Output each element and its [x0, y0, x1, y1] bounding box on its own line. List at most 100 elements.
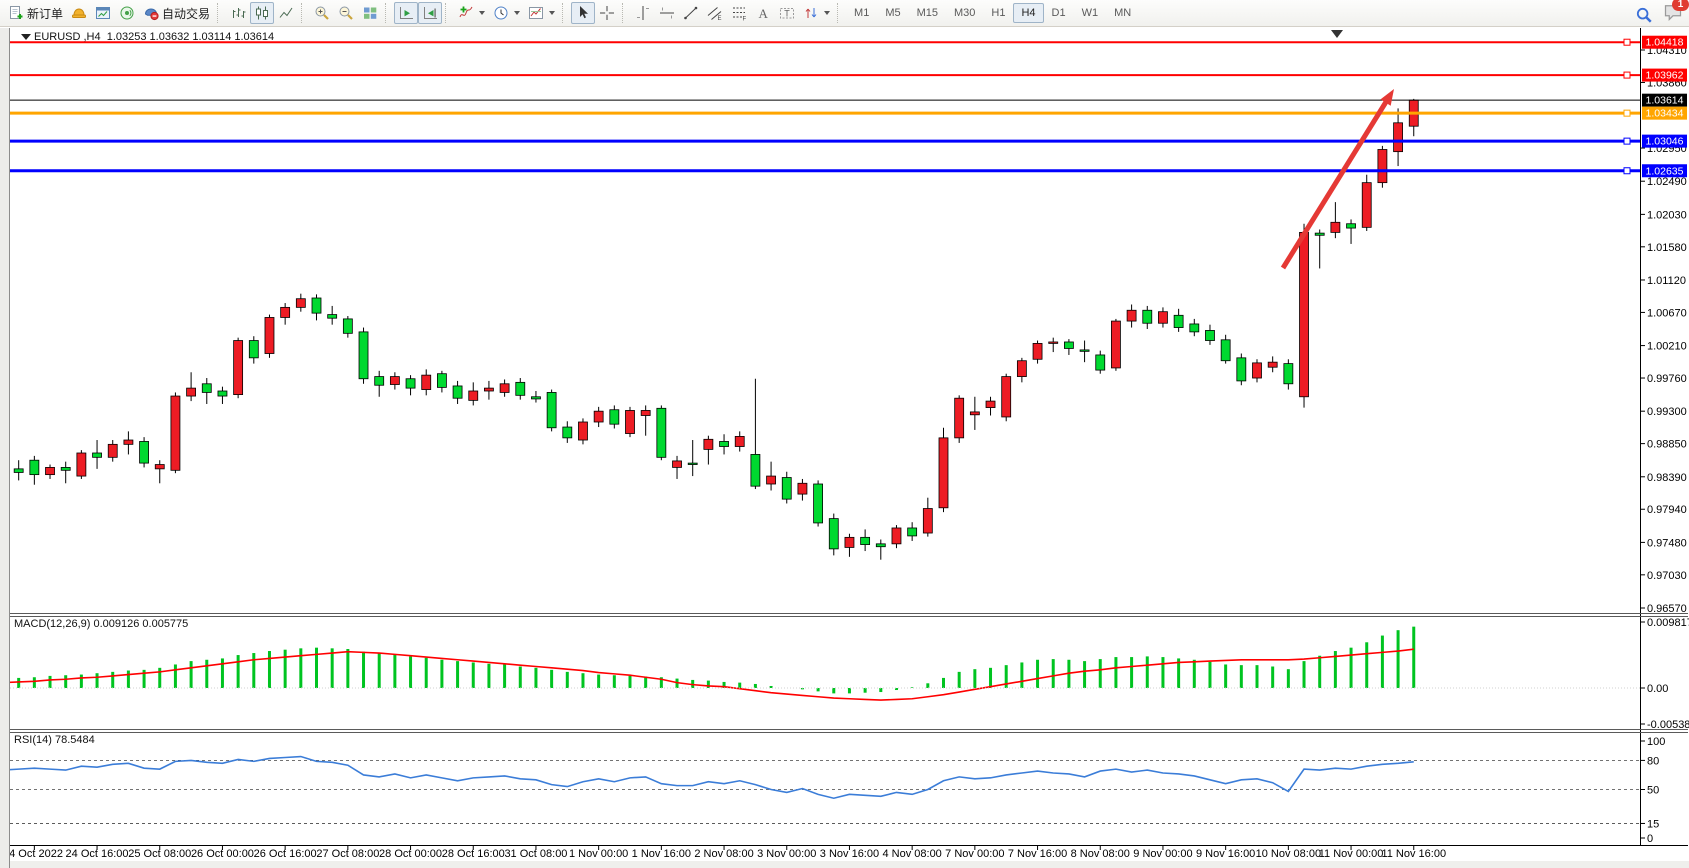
crosshair-button[interactable]	[595, 2, 619, 24]
candle-body	[876, 544, 885, 547]
candle-body	[1096, 355, 1105, 370]
timeframe-button-H1[interactable]: H1	[983, 3, 1013, 23]
rsi-label: RSI(14) 78.5484	[14, 734, 95, 746]
new-order-button[interactable]: 新订单	[4, 2, 67, 24]
candle-body	[814, 484, 823, 523]
toolbar-separator	[301, 3, 307, 23]
candle-body	[1205, 330, 1214, 340]
candle-body	[939, 438, 948, 508]
cursor-icon	[575, 5, 591, 21]
time-label: 4 Nov 08:00	[882, 848, 941, 860]
timeframe-button-H4[interactable]: H4	[1013, 3, 1043, 23]
price-tick-label: 0.98390	[1647, 472, 1687, 484]
candle-body	[955, 398, 964, 438]
line-handle[interactable]	[1624, 168, 1630, 174]
time-label: 27 Oct 08:00	[316, 848, 379, 860]
timeframe-button-D1[interactable]: D1	[1044, 3, 1074, 23]
cursor-button[interactable]	[571, 2, 595, 24]
zoom-in-button[interactable]	[310, 2, 334, 24]
line-chart-button[interactable]	[274, 2, 298, 24]
candle-body	[46, 467, 55, 474]
price-tick-label: 1.00670	[1647, 307, 1687, 319]
trendline-button[interactable]	[679, 2, 703, 24]
autotrading-button[interactable]: 自动交易	[139, 2, 214, 24]
horizontal-line-icon	[659, 5, 675, 21]
time-label: 31 Oct 08:00	[504, 848, 567, 860]
indicators-icon	[458, 5, 474, 21]
label-button[interactable]: T	[775, 2, 799, 24]
charts-button[interactable]	[91, 2, 115, 24]
indicators-button[interactable]	[454, 2, 489, 24]
zoom-out-button[interactable]	[334, 2, 358, 24]
bar-chart-icon	[230, 5, 246, 21]
timeframe-button-MN[interactable]: MN	[1106, 3, 1139, 23]
macd-axis-label: 0.00	[1647, 683, 1668, 695]
periods-button[interactable]	[489, 2, 524, 24]
text-button[interactable]: A	[751, 2, 775, 24]
bar-chart-button[interactable]	[226, 2, 250, 24]
candle-body	[1111, 321, 1120, 368]
toolbar-right: 1	[1635, 2, 1683, 27]
candle-body	[1002, 377, 1011, 417]
arrows-button[interactable]	[799, 2, 834, 24]
channel-button[interactable]: E	[703, 2, 727, 24]
signals-button[interactable]	[115, 2, 139, 24]
candle-body	[265, 317, 274, 353]
time-label: 8 Nov 08:00	[1071, 848, 1130, 860]
candle-body	[1253, 363, 1262, 378]
line-chart-icon	[278, 5, 294, 21]
fibonacci-icon: F	[731, 5, 747, 21]
candle-body	[673, 461, 682, 467]
vertical-line-button[interactable]	[631, 2, 655, 24]
svg-text:E: E	[718, 16, 722, 21]
auto-scroll-button[interactable]	[394, 2, 418, 24]
candlestick-button[interactable]	[250, 2, 274, 24]
templates-icon	[528, 5, 544, 21]
timeframe-button-M5[interactable]: M5	[877, 3, 908, 23]
autotrading-icon	[143, 5, 159, 21]
price-badge-label: 1.03614	[1646, 95, 1684, 107]
fibonacci-button[interactable]: F	[727, 2, 751, 24]
time-label: 2 Nov 08:00	[694, 848, 753, 860]
candle-body	[469, 391, 478, 400]
chevron-down-icon	[514, 11, 520, 15]
search-icon[interactable]	[1635, 6, 1653, 24]
candle-body	[986, 401, 995, 407]
chart-shift-button[interactable]	[418, 2, 442, 24]
time-label: 11 Nov 00:00	[1319, 848, 1384, 860]
time-label: 25 Oct 08:00	[128, 848, 191, 860]
new-order-label: 新订单	[27, 5, 63, 22]
svg-text:A: A	[759, 6, 769, 21]
time-label: 11 Nov 16:00	[1381, 848, 1446, 860]
price-tick-label: 0.97940	[1647, 504, 1687, 516]
notifications-button[interactable]: 1	[1663, 2, 1683, 27]
chevron-down-icon	[549, 11, 555, 15]
timeframe-button-M1[interactable]: M1	[846, 3, 877, 23]
line-handle[interactable]	[1624, 110, 1630, 116]
timeframe-button-M15[interactable]: M15	[909, 3, 946, 23]
candle-body	[375, 377, 384, 386]
candle-body	[234, 341, 243, 395]
profiles-button[interactable]	[67, 2, 91, 24]
time-label: 1 Nov 16:00	[632, 848, 691, 860]
horizontal-line-button[interactable]	[655, 2, 679, 24]
line-handle[interactable]	[1624, 138, 1630, 144]
candle-body	[1284, 364, 1293, 384]
candle-body	[720, 441, 729, 446]
price-tick-label: 0.96570	[1647, 603, 1687, 615]
toolbar-separator	[562, 3, 568, 23]
candle-body	[249, 341, 258, 358]
candle-body	[1237, 358, 1246, 381]
rsi-axis-label: 0	[1647, 833, 1653, 845]
tile-windows-button[interactable]	[358, 2, 382, 24]
candle-body	[359, 332, 368, 379]
candle-body	[422, 375, 431, 389]
timeframe-button-M30[interactable]: M30	[946, 3, 983, 23]
templates-button[interactable]	[524, 2, 559, 24]
vertical-line-icon	[635, 5, 651, 21]
rsi-axis-label: 100	[1647, 736, 1665, 748]
line-handle[interactable]	[1624, 72, 1630, 78]
timeframe-button-W1[interactable]: W1	[1074, 3, 1107, 23]
line-handle[interactable]	[1624, 39, 1630, 45]
chart-canvas[interactable]: 1.043101.038601.029501.024901.020301.015…	[0, 28, 1689, 868]
